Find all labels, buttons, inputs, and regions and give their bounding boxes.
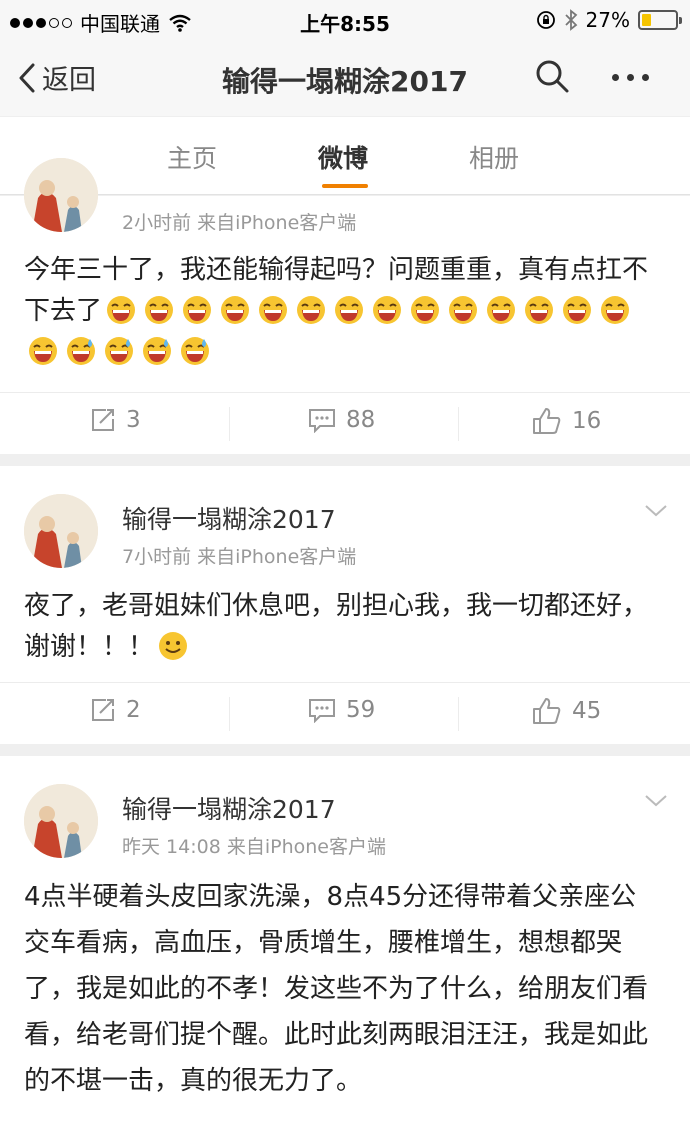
sweat-smile-emoji [181, 337, 209, 365]
avatar[interactable] [24, 784, 98, 858]
post-text: 4点半硬着头皮回家洗澡，8点45分还得带着父亲座公交车看病，高血压，骨质增生，腰… [24, 882, 649, 1096]
comment-button[interactable]: 59 [308, 697, 375, 723]
post-text: 今年三十了，我还能输得起吗？问题重重，真有点扛不下去了 [24, 250, 660, 373]
grin-emoji [183, 296, 212, 324]
battery-percent: 27% [585, 8, 630, 32]
post-meta: 2小时前 来自iPhone客户端 [122, 212, 357, 234]
repost-button[interactable]: 3 [90, 407, 141, 433]
thumbs-up-icon [533, 698, 561, 724]
tab-home[interactable]: 主页 [167, 139, 217, 175]
like-button[interactable]: 16 [532, 407, 601, 435]
repost-count: 3 [126, 407, 141, 433]
grin-emoji [525, 296, 554, 324]
smile-emoji [159, 632, 188, 660]
grin-emoji [221, 296, 250, 324]
repost-button[interactable]: 2 [90, 697, 141, 723]
sweat-smile-emoji [143, 337, 171, 365]
battery-level-fill [642, 14, 651, 26]
weibo-post: 输得一塌糊涂2017 7小时前 来自iPhone客户端 夜了，老哥姐妹们休息吧，… [0, 466, 690, 744]
bluetooth-icon [564, 9, 577, 31]
weibo-post: 输得一塌糊涂2017 昨天 14:08 来自iPhone客户端 4点半硬着头皮回… [0, 756, 690, 1141]
avatar-image [24, 784, 98, 858]
divider [229, 697, 230, 731]
thumbs-up-icon [533, 408, 561, 434]
like-count: 45 [572, 698, 602, 724]
divider [458, 407, 459, 441]
chevron-down-icon[interactable] [644, 504, 668, 518]
tab-album[interactable]: 相册 [469, 139, 519, 175]
avatar[interactable] [24, 494, 98, 568]
status-right: 27% [536, 8, 682, 32]
grin-emoji [107, 296, 136, 324]
comment-count: 88 [346, 407, 376, 433]
emoji-row [154, 632, 192, 662]
comment-icon [309, 699, 335, 723]
post-actions: 3 88 16 [0, 392, 690, 454]
status-bar: 中国联通 上午8:55 27% [0, 0, 690, 40]
comment-count: 59 [346, 697, 376, 723]
post-meta: 7小时前 来自iPhone客户端 [122, 546, 357, 568]
grin-emoji [297, 296, 326, 324]
navigation-bar: 返回 输得一塌糊涂2017 [0, 40, 690, 116]
profile-tabs: 主页 微博 相册 [0, 117, 690, 195]
repost-count: 2 [126, 697, 141, 723]
repost-icon [92, 699, 114, 721]
avatar[interactable] [24, 158, 98, 232]
chevron-down-icon[interactable] [644, 794, 668, 808]
search-icon[interactable] [534, 58, 570, 94]
grin-emoji [259, 296, 288, 324]
grin-emoji [373, 296, 402, 324]
more-options-icon[interactable] [612, 74, 649, 81]
grin-emoji [449, 296, 478, 324]
emoji-row [24, 296, 634, 367]
sweat-smile-emoji [105, 337, 133, 365]
tab-weibo[interactable]: 微博 [318, 139, 368, 175]
comment-button[interactable]: 88 [308, 407, 375, 433]
like-button[interactable]: 45 [532, 697, 601, 725]
post-author[interactable]: 输得一塌糊涂2017 [122, 790, 336, 826]
page-title: 输得一塌糊涂2017 [222, 65, 468, 98]
grin-emoji [601, 296, 630, 324]
post-text: 夜了，老哥姐妹们休息吧，别担心我，我一切都还好，谢谢！！！ [24, 586, 660, 668]
post-meta: 昨天 14:08 来自iPhone客户端 [122, 836, 386, 858]
repost-icon [92, 409, 114, 431]
post-author[interactable]: 输得一塌糊涂2017 [122, 500, 336, 536]
post-text-content: 夜了，老哥姐妹们休息吧，别担心我，我一切都还好，谢谢！！！ [24, 591, 649, 662]
grin-emoji [411, 296, 440, 324]
avatar-image [24, 494, 98, 568]
orientation-lock-icon [536, 11, 555, 29]
divider [458, 697, 459, 731]
like-count: 16 [572, 408, 602, 434]
grin-emoji [487, 296, 516, 324]
active-tab-indicator [322, 184, 368, 188]
grin-emoji [145, 296, 174, 324]
divider [229, 407, 230, 441]
comment-icon [309, 409, 335, 433]
sweat-smile-emoji [67, 337, 95, 365]
grin-emoji [29, 337, 57, 365]
grin-emoji [335, 296, 364, 324]
weibo-post: 2小时前 来自iPhone客户端 今年三十了，我还能输得起吗？问题重重，真有点扛… [0, 158, 690, 454]
post-actions: 2 59 45 [0, 682, 690, 744]
avatar-image [24, 158, 98, 232]
battery-icon [638, 10, 682, 30]
grin-emoji [563, 296, 592, 324]
